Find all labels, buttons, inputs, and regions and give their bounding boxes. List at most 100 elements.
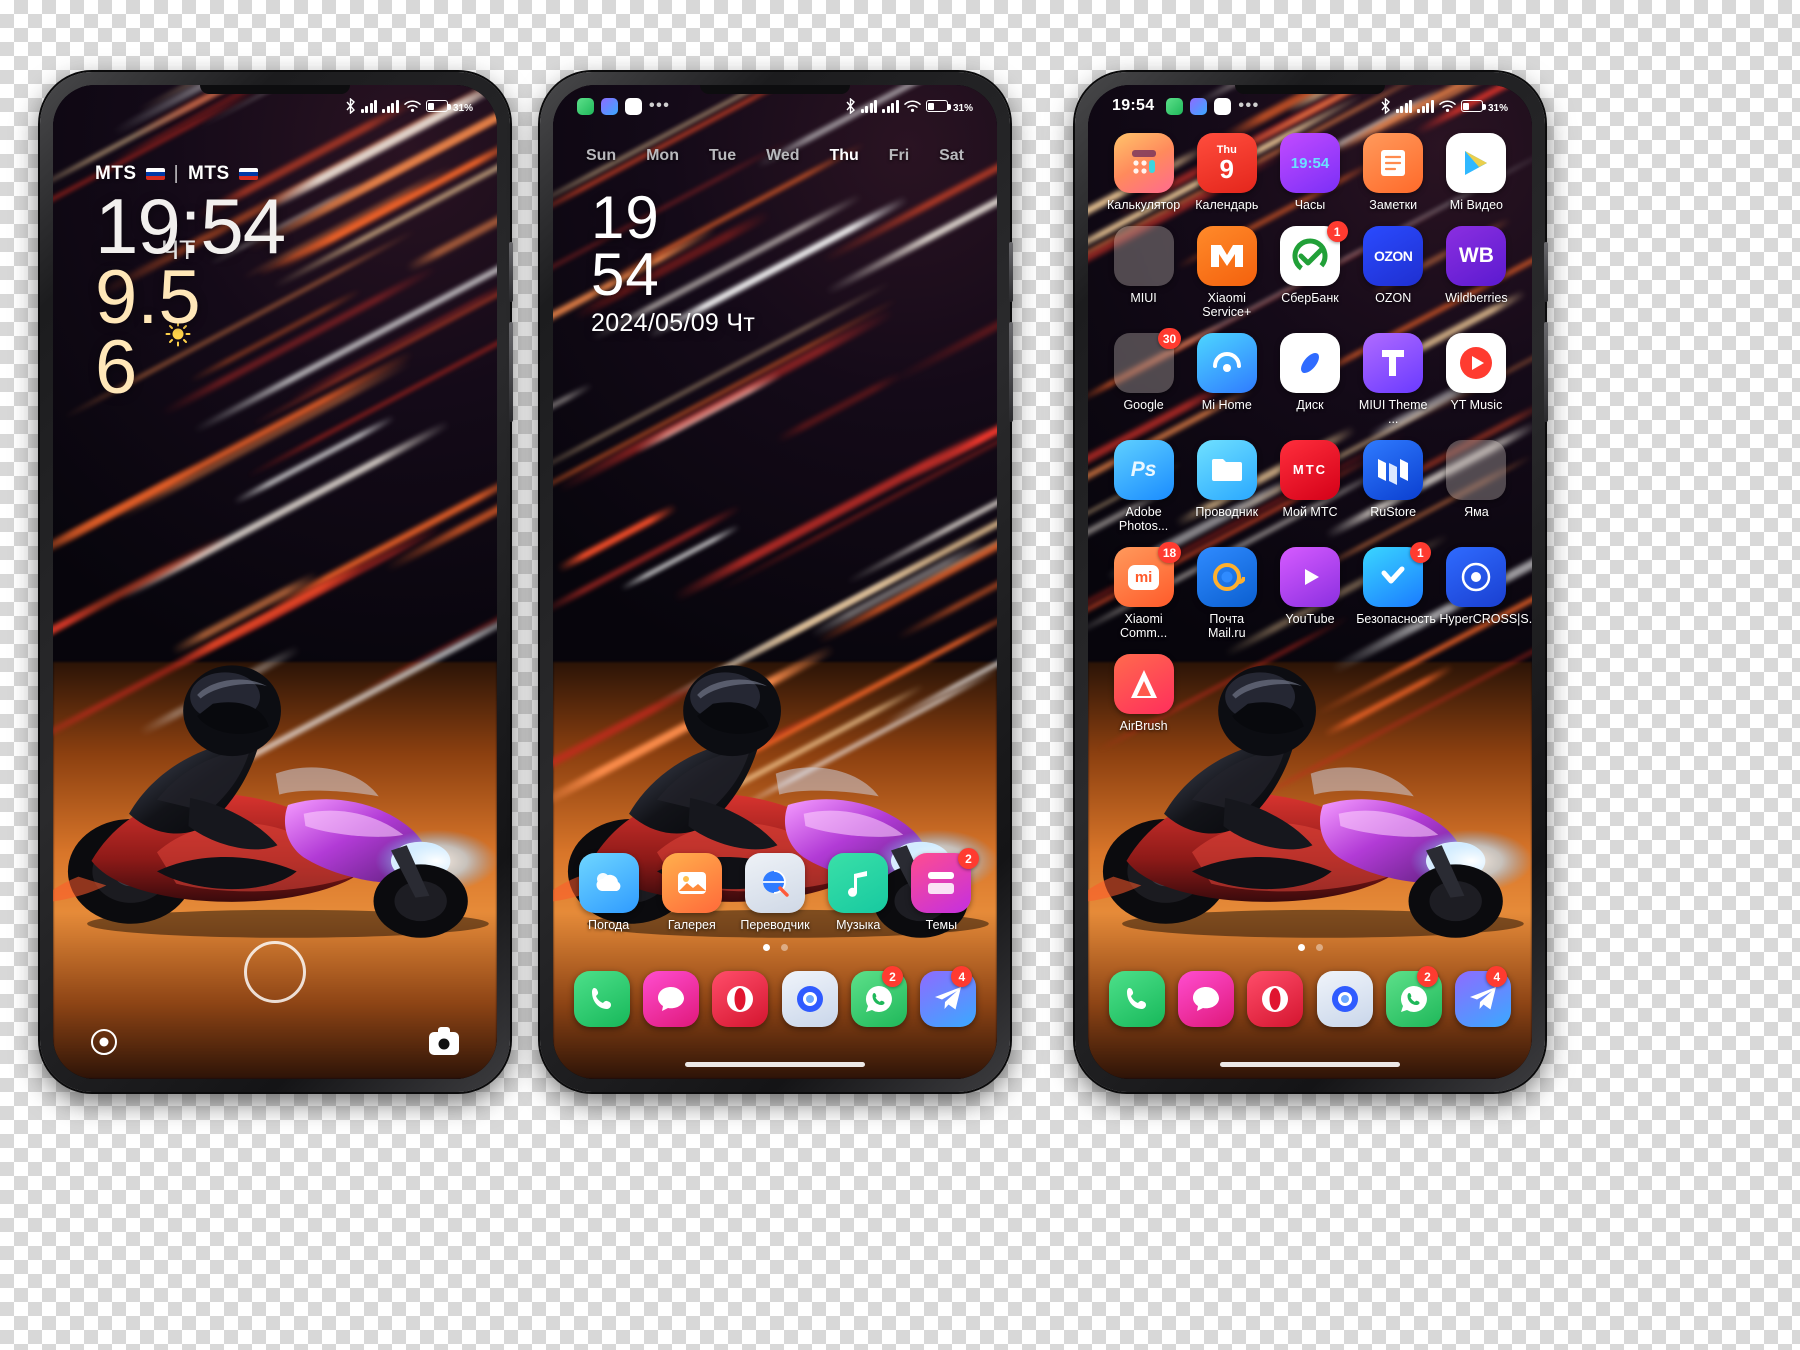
app-item[interactable]: WB Wildberries: [1435, 226, 1518, 319]
opera-icon[interactable]: [712, 971, 768, 1027]
notification-icons[interactable]: •••: [577, 98, 670, 115]
dock-item[interactable]: [1178, 971, 1234, 1027]
file-manager-icon[interactable]: [1197, 440, 1257, 500]
dock-item[interactable]: [643, 971, 699, 1027]
wildberries-icon[interactable]: WB: [1446, 226, 1506, 286]
weather-icon[interactable]: [579, 853, 639, 913]
messages-icon[interactable]: [643, 971, 699, 1027]
music-icon[interactable]: [828, 853, 888, 913]
dock-item[interactable]: [574, 971, 630, 1027]
dock-item[interactable]: 2: [851, 971, 907, 1027]
fingerprint-ring-icon[interactable]: [244, 941, 306, 1003]
clock-icon[interactable]: 19:54: [1280, 133, 1340, 193]
dock-item[interactable]: [1317, 971, 1373, 1027]
rustore-icon[interactable]: [1363, 440, 1423, 500]
xiaomi-service-icon[interactable]: [1197, 226, 1257, 286]
power-button-2[interactable]: [1009, 242, 1013, 302]
app-item[interactable]: Xiaomi Service+: [1185, 226, 1268, 319]
yandex-disk-icon[interactable]: [1280, 333, 1340, 393]
app-item[interactable]: Калькулятор: [1102, 133, 1185, 212]
power-button[interactable]: [509, 242, 513, 302]
app-item[interactable]: MIUI Theme ...: [1352, 333, 1435, 426]
app-item[interactable]: YT Music: [1435, 333, 1518, 426]
app-item[interactable]: Яма: [1435, 440, 1518, 533]
nav-gesture-bar[interactable]: [685, 1062, 865, 1067]
folder-icon[interactable]: [1114, 226, 1174, 286]
app-item[interactable]: Галерея: [650, 853, 733, 932]
nav-gesture-bar-3[interactable]: [1220, 1062, 1400, 1067]
app-item[interactable]: Проводник: [1185, 440, 1268, 533]
clock-widget[interactable]: 19 54 2024/05/09 Чт: [591, 189, 755, 338]
app-item[interactable]: HyperCROSS|S...: [1435, 547, 1518, 640]
translate-icon[interactable]: [745, 853, 805, 913]
volume-button-3[interactable]: [1544, 322, 1548, 422]
page-dot[interactable]: [763, 944, 770, 951]
app-item[interactable]: 18 mi Xiaomi Comm...: [1102, 547, 1185, 640]
calendar-icon[interactable]: Thu 9: [1197, 133, 1257, 193]
app-item[interactable]: Mi Home: [1185, 333, 1268, 426]
app-item[interactable]: Переводчик: [733, 853, 816, 932]
app-item[interactable]: Музыка: [817, 853, 900, 932]
volume-button[interactable]: [509, 322, 513, 422]
mi-video-icon[interactable]: [1446, 133, 1506, 193]
app-item[interactable]: МТС Мой МТС: [1268, 440, 1351, 533]
dock-item[interactable]: 2: [1386, 971, 1442, 1027]
miui-theme-editor-icon[interactable]: [1363, 333, 1423, 393]
app-item[interactable]: Диск: [1268, 333, 1351, 426]
camera-icon[interactable]: [429, 1032, 459, 1055]
page-dot[interactable]: [1316, 944, 1323, 951]
app-item[interactable]: OZON OZON: [1352, 226, 1435, 319]
browser-icon[interactable]: [1317, 971, 1373, 1027]
app-item[interactable]: MIUI: [1102, 226, 1185, 319]
youtube-icon[interactable]: [1280, 547, 1340, 607]
dock-item[interactable]: [1109, 971, 1165, 1027]
app-item[interactable]: 19:54 Часы: [1268, 133, 1351, 212]
dock-item[interactable]: 4: [1455, 971, 1511, 1027]
app-item[interactable]: Почта Mail.ru: [1185, 547, 1268, 640]
app-item[interactable]: Thu 9 Календарь: [1185, 133, 1268, 212]
notification-icons-3[interactable]: 19:54 •••: [1112, 97, 1260, 115]
app-item[interactable]: 1 Безопасность: [1352, 547, 1435, 640]
hypercross-icon[interactable]: [1446, 547, 1506, 607]
screen-lockscreen[interactable]: 31% MTS | MTS 19:54 9.5 6 ЧТ: [53, 85, 497, 1079]
folder-icon[interactable]: [1446, 440, 1506, 500]
mts-icon[interactable]: МТС: [1280, 440, 1340, 500]
airbrush-icon[interactable]: [1114, 654, 1174, 714]
page-dot[interactable]: [1298, 944, 1305, 951]
mailru-icon[interactable]: [1197, 547, 1257, 607]
app-item[interactable]: 30 Google: [1102, 333, 1185, 426]
screen-homescreen[interactable]: ••• 31% Sun Mon Tue Wed Thu Fri Sat 19 5…: [553, 85, 997, 1079]
screen-appgrid[interactable]: 19:54 ••• 31% Калькулятор Thu 9 Календар…: [1088, 85, 1532, 1079]
browser-icon[interactable]: [782, 971, 838, 1027]
phone-icon[interactable]: [1109, 971, 1165, 1027]
ozon-icon[interactable]: OZON: [1363, 226, 1423, 286]
gallery-icon[interactable]: [662, 853, 722, 913]
page-indicator[interactable]: [553, 944, 997, 951]
messages-icon[interactable]: [1178, 971, 1234, 1027]
app-item[interactable]: Ps Adobe Photos...: [1102, 440, 1185, 533]
assistant-icon[interactable]: [91, 1029, 117, 1055]
notes-icon[interactable]: [1363, 133, 1423, 193]
app-item[interactable]: YouTube: [1268, 547, 1351, 640]
page-dot[interactable]: [781, 944, 788, 951]
app-item[interactable]: Погода: [567, 853, 650, 932]
app-item[interactable]: Mi Видео: [1435, 133, 1518, 212]
photoshop-icon[interactable]: Ps: [1114, 440, 1174, 500]
mi-home-icon[interactable]: [1197, 333, 1257, 393]
power-button-3[interactable]: [1544, 242, 1548, 302]
yt-music-icon[interactable]: [1446, 333, 1506, 393]
dock-item[interactable]: [1247, 971, 1303, 1027]
dock-item[interactable]: [712, 971, 768, 1027]
calculator-icon[interactable]: [1114, 133, 1174, 193]
opera-icon[interactable]: [1247, 971, 1303, 1027]
volume-button-2[interactable]: [1009, 322, 1013, 422]
dock-item[interactable]: 4: [920, 971, 976, 1027]
page-indicator-3[interactable]: [1088, 944, 1532, 951]
app-item[interactable]: 2 Темы: [900, 853, 983, 932]
app-item[interactable]: Заметки: [1352, 133, 1435, 212]
dock-item[interactable]: [782, 971, 838, 1027]
phone-icon[interactable]: [574, 971, 630, 1027]
app-item[interactable]: AirBrush: [1102, 654, 1185, 733]
app-item[interactable]: RuStore: [1352, 440, 1435, 533]
app-item[interactable]: 1 СберБанк: [1268, 226, 1351, 319]
